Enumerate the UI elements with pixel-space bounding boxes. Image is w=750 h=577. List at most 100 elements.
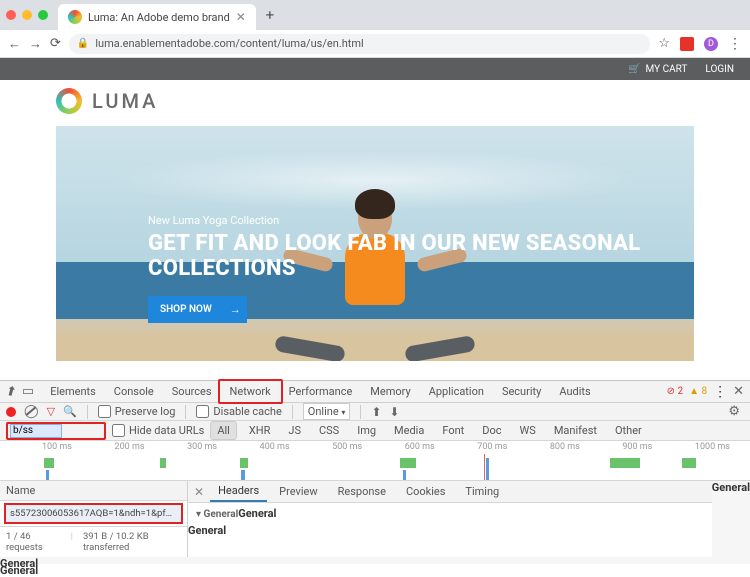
time-label: 700 ms (477, 442, 507, 452)
url-field[interactable]: 🔒 luma.enablementadobe.com/content/luma/… (69, 34, 650, 54)
shop-now-button[interactable]: SHOP NOW (148, 296, 224, 323)
brand-header: LUMA (0, 80, 750, 122)
page-content: 🛒 MY CART LOGIN LUMA New Luma Yoga Colle… (0, 58, 750, 380)
time-label: 600 ms (405, 442, 435, 452)
tab-title: Luma: An Adobe demo brand (88, 11, 230, 24)
req-tab-response[interactable]: Response (330, 482, 394, 501)
pill-doc[interactable]: Doc (476, 422, 507, 439)
pill-css[interactable]: CSS (313, 422, 345, 439)
tab-elements[interactable]: Elements (42, 381, 104, 402)
tab-console[interactable]: Console (106, 381, 162, 402)
inspect-element-icon[interactable]: ⬈ (3, 382, 20, 400)
hero-title: GET FIT AND LOOK FAB IN OUR NEW SEASONAL… (148, 231, 664, 282)
throttling-select[interactable]: Online ▾ (303, 403, 351, 420)
request-details-pane: ✕ Headers Preview Response Cookies Timin… (188, 481, 712, 557)
devtools-menu-icon[interactable]: ⋮ (713, 384, 727, 400)
window-controls (6, 10, 48, 20)
time-label: 300 ms (187, 442, 217, 452)
extension-red-icon[interactable] (680, 37, 694, 51)
site-topbar: 🛒 MY CART LOGIN (0, 58, 750, 80)
pill-other[interactable]: Other (609, 422, 648, 439)
browser-menu-icon[interactable]: ⋮ (728, 36, 742, 52)
name-column-header[interactable]: Name (0, 481, 187, 501)
cta-label: SHOP NOW (160, 304, 212, 315)
filter-toggle-icon[interactable]: ▽ (47, 405, 55, 418)
lock-icon: 🔒 (77, 38, 89, 49)
browser-tab[interactable]: Luma: An Adobe demo brand ✕ (58, 4, 256, 30)
browser-tab-strip: Luma: An Adobe demo brand ✕ + (0, 0, 750, 30)
reload-button[interactable]: ⟳ (50, 36, 61, 51)
error-count-badge[interactable]: ⊘ 2 (667, 386, 683, 397)
pill-all[interactable]: All (210, 421, 237, 440)
general-section-toggle[interactable]: ▾ General (196, 509, 238, 520)
requests-pane: Name s55723006053617AQB=1&ndh=1&pf=1&cal… (0, 481, 188, 557)
new-tab-button[interactable]: + (260, 6, 280, 24)
device-toggle-icon[interactable]: ▭ (22, 384, 34, 399)
req-tab-headers[interactable]: Headers (210, 481, 267, 502)
time-label: 1000 ms (695, 442, 730, 452)
request-row[interactable]: s55723006053617AQB=1&ndh=1&pf=1&call... (4, 503, 183, 524)
pill-xhr[interactable]: XHR (243, 422, 277, 439)
time-label: 400 ms (260, 442, 290, 452)
req-tab-timing[interactable]: Timing (457, 482, 507, 501)
pill-font[interactable]: Font (436, 422, 470, 439)
req-tab-preview[interactable]: Preview (271, 482, 325, 501)
pill-media[interactable]: Media (388, 422, 430, 439)
record-button[interactable] (6, 407, 16, 417)
tab-network[interactable]: Network (222, 381, 279, 402)
tab-audits[interactable]: Audits (551, 381, 598, 402)
hero-subtitle: New Luma Yoga Collection (148, 214, 664, 227)
window-close-icon[interactable] (6, 10, 16, 20)
pill-js[interactable]: JS (282, 422, 307, 439)
search-icon[interactable]: 🔍 (63, 405, 77, 418)
devtools-tabs: ⬈ ▭ Elements Console Sources Network Per… (0, 381, 750, 403)
my-cart-label: MY CART (646, 64, 688, 75)
tab-sources[interactable]: Sources (164, 381, 220, 402)
devtools-close-icon[interactable]: ✕ (733, 384, 744, 399)
cart-icon: 🛒 (628, 64, 640, 75)
tab-close-icon[interactable]: ✕ (236, 10, 246, 24)
request-count: 1 / 46 requests (6, 531, 61, 553)
favicon-icon (68, 10, 82, 24)
warning-count-badge[interactable]: ▲ 8 (689, 386, 707, 397)
hide-data-urls-checkbox[interactable]: Hide data URLs (112, 424, 204, 437)
cta-arrow-icon[interactable]: → (224, 296, 247, 323)
back-button[interactable]: ← (8, 36, 21, 52)
time-label: 200 ms (115, 442, 145, 452)
login-link[interactable]: LOGIN (705, 64, 734, 75)
address-bar: ← → ⟳ 🔒 luma.enablementadobe.com/content… (0, 30, 750, 58)
network-filter-row: Hide data URLs All XHR JS CSS Img Media … (0, 421, 750, 441)
tab-security[interactable]: Security (494, 381, 549, 402)
luma-logo-icon (56, 88, 82, 114)
preserve-log-checkbox[interactable]: Preserve log (98, 405, 176, 418)
details-close-icon[interactable]: ✕ (194, 485, 204, 499)
time-label: 800 ms (550, 442, 580, 452)
tab-application[interactable]: Application (421, 381, 492, 402)
disable-cache-checkbox[interactable]: Disable cache (196, 405, 281, 418)
clear-button[interactable]: ◯ (24, 404, 39, 419)
req-tab-cookies[interactable]: Cookies (398, 482, 453, 501)
filter-input-highlight (6, 422, 106, 440)
profile-avatar[interactable]: D (704, 37, 718, 51)
tab-performance[interactable]: Performance (281, 381, 361, 402)
network-settings-icon[interactable]: ⚙ (728, 404, 740, 419)
brand-name: LUMA (92, 89, 158, 113)
time-label: 100 ms (42, 442, 72, 452)
bookmark-star-icon[interactable]: ☆ (658, 36, 670, 51)
export-har-icon[interactable]: ⬇ (390, 405, 400, 419)
import-har-icon[interactable]: ⬆ (371, 405, 381, 419)
network-timeline[interactable]: 100 ms 200 ms 300 ms 400 ms 500 ms 600 m… (0, 441, 750, 481)
window-maximize-icon[interactable] (38, 10, 48, 20)
forward-button[interactable]: → (29, 36, 42, 52)
window-minimize-icon[interactable] (22, 10, 32, 20)
pill-manifest[interactable]: Manifest (548, 422, 603, 439)
filter-input[interactable] (10, 424, 62, 438)
network-toolbar: ◯ ▽ 🔍 Preserve log Disable cache Online … (0, 403, 750, 421)
hero-banner: New Luma Yoga Collection GET FIT AND LOO… (56, 126, 694, 361)
tab-memory[interactable]: Memory (362, 381, 418, 402)
transferred-size: 391 B / 10.2 KB transferred (83, 531, 181, 553)
my-cart-link[interactable]: 🛒 MY CART (628, 64, 687, 75)
devtools-panel: ⬈ ▭ Elements Console Sources Network Per… (0, 380, 750, 564)
pill-img[interactable]: Img (351, 422, 382, 439)
pill-ws[interactable]: WS (514, 422, 542, 439)
